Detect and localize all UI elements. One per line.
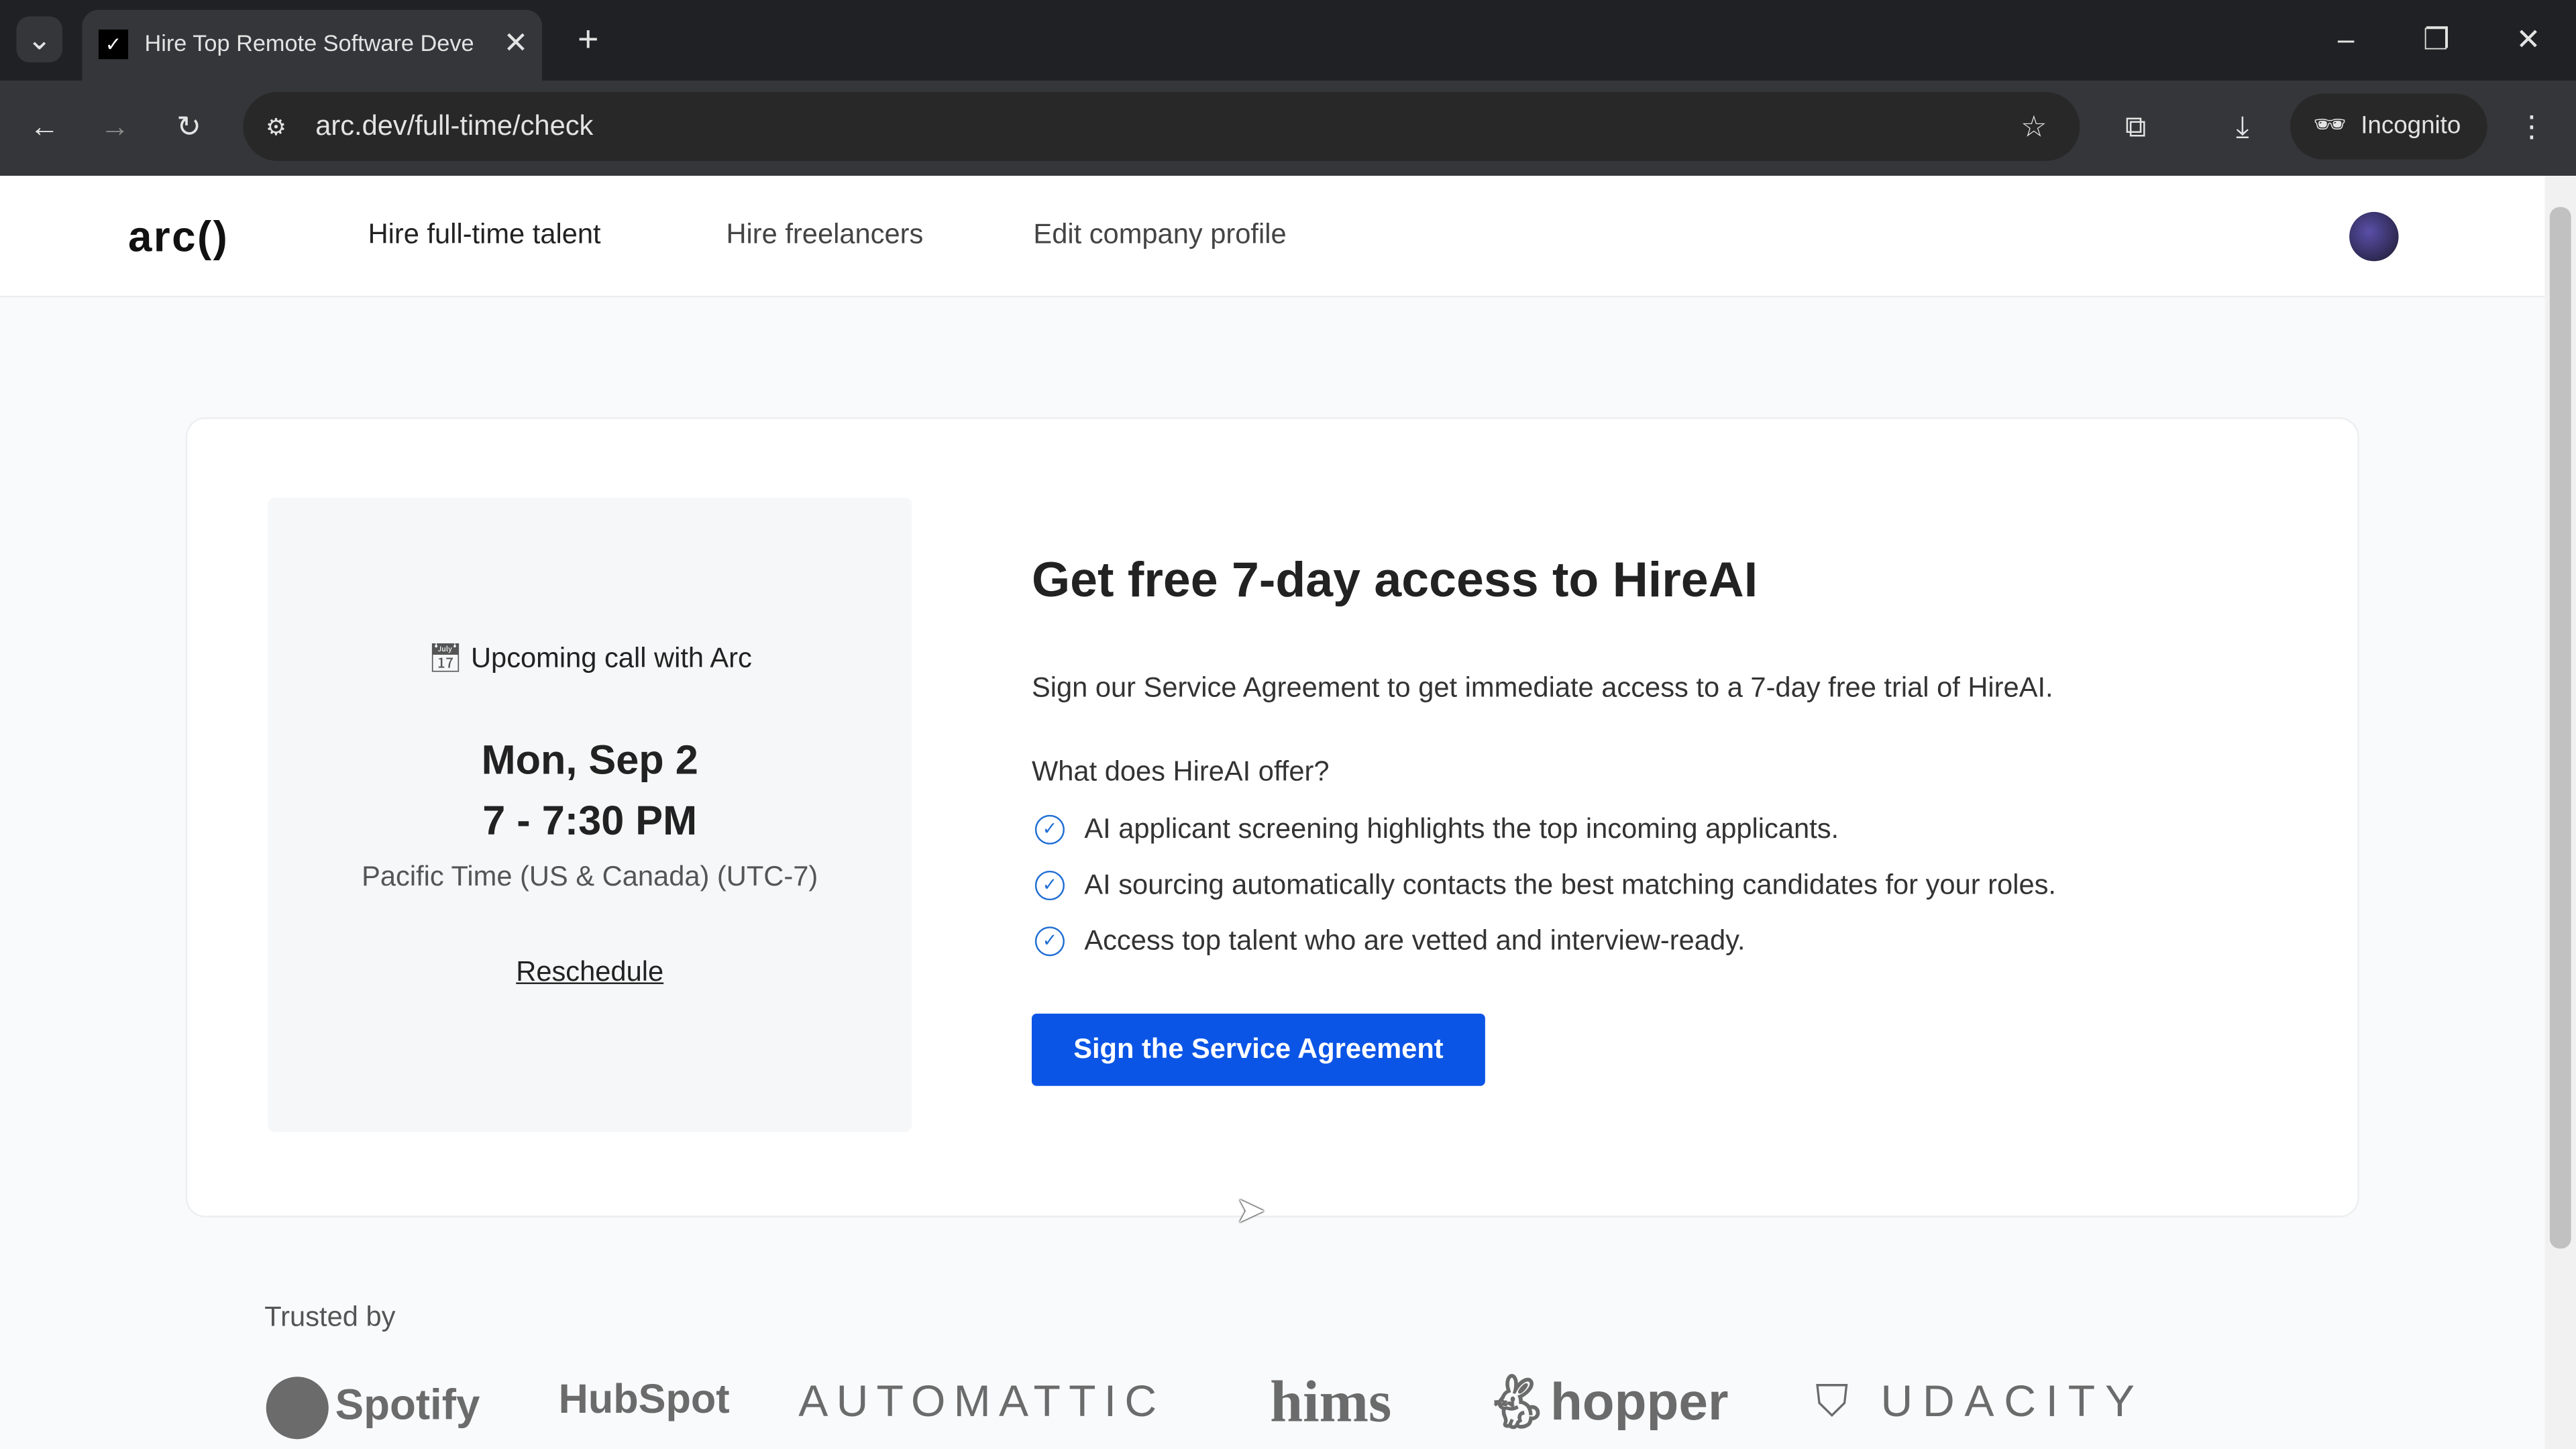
feature-item: ✓ AI sourcing automatically contacts the … — [1034, 869, 2056, 902]
incognito-button[interactable]: 🕶 Incognito — [2290, 93, 2487, 160]
arc-logo[interactable]: arc() — [128, 212, 229, 263]
hims-logo: hims — [1270, 1368, 1392, 1434]
spotify-logo-text: Spotify — [335, 1379, 480, 1430]
automattic-logo: AUTOMATTIC — [798, 1377, 1165, 1426]
avatar[interactable] — [2349, 211, 2399, 262]
feature-item: ✓ AI applicant screening highlights the t… — [1034, 813, 1839, 846]
nav-hire-freelancers[interactable]: Hire freelancers — [726, 219, 923, 252]
menu-icon[interactable]: ⋮ — [2509, 103, 2555, 150]
call-timezone: Pacific Time (US & Canada) (UTC-7) — [362, 861, 818, 892]
hubspot-logo: HubSpot — [558, 1377, 730, 1423]
call-heading: 📅︎ Upcoming call with Arc — [268, 643, 912, 676]
nav-hire-full-time[interactable]: Hire full-time talent — [368, 219, 601, 252]
upcoming-call-panel: 📅︎ Upcoming call with Arc Mon, Sep 2 7 -… — [268, 498, 912, 1132]
offer-title: Get free 7-day access to HireAI — [1031, 553, 1758, 608]
feature-text: AI applicant screening highlights the to… — [1084, 813, 1839, 845]
bunny-icon: 🐇︎ — [1483, 1371, 1550, 1432]
reload-icon[interactable]: ↻ — [166, 103, 212, 150]
hopper-logo: 🐇︎hopper — [1483, 1370, 1728, 1432]
forward-icon[interactable]: → — [92, 103, 138, 150]
offer-card: 📅︎ Upcoming call with Arc Mon, Sep 2 7 -… — [185, 417, 2359, 1218]
tab-title: Hire Top Remote Software Deve — [144, 30, 474, 56]
favicon-icon: ✓ — [98, 30, 129, 60]
spotify-logo: Spotify — [266, 1377, 480, 1440]
udacity-logo: ⛉ UDACITY — [1815, 1377, 2144, 1429]
bookmark-star-icon[interactable]: ☆ — [2011, 103, 2057, 150]
close-window-icon[interactable]: ✕ — [2506, 16, 2552, 62]
udacity-shield-icon: ⛉ — [1815, 1377, 1881, 1426]
close-tab-icon[interactable]: ✕ — [493, 19, 539, 66]
feature-text: Access top talent who are vetted and int… — [1084, 924, 1746, 957]
check-circle-icon: ✓ — [1034, 926, 1065, 957]
offer-description: Sign our Service Agreement to get immedi… — [1031, 672, 2053, 704]
hopper-logo-text: hopper — [1550, 1371, 1729, 1432]
top-nav: arc() Hire full-time talent Hire freelan… — [0, 176, 2545, 298]
site-settings-icon[interactable]: ⚙ — [253, 103, 299, 150]
feature-item: ✓ Access top talent who are vetted and in… — [1034, 924, 1746, 958]
address-bar[interactable]: ⚙ arc.dev/full-time/check ☆ — [243, 92, 2080, 162]
browser-tab[interactable]: ✓ Hire Top Remote Software Deve ✕ — [82, 9, 543, 81]
restore-icon[interactable]: ❐ — [2414, 16, 2460, 62]
trusted-by-label: Trusted by — [264, 1301, 396, 1333]
page: arc() Hire full-time talent Hire freelan… — [0, 176, 2545, 1449]
udacity-logo-text: UDACITY — [1880, 1377, 2145, 1426]
calendar-icon: 📅︎ — [427, 642, 471, 674]
sign-service-agreement-button[interactable]: Sign the Service Agreement — [1031, 1014, 1485, 1086]
download-icon[interactable]: ⤓ — [2220, 103, 2266, 150]
new-tab-icon[interactable]: + — [565, 16, 611, 62]
check-circle-icon: ✓ — [1034, 870, 1065, 901]
extensions-icon[interactable]: ⧉ — [2112, 103, 2159, 150]
offer-question: What does HireAI offer? — [1031, 755, 1330, 788]
mouse-cursor-icon: ➤ — [1235, 1189, 1266, 1231]
tab-search-icon[interactable]: ⌄ — [16, 16, 63, 63]
feature-text: AI sourcing automatically contacts the b… — [1084, 869, 2056, 901]
incognito-label: Incognito — [2361, 111, 2461, 140]
url-text[interactable]: arc.dev/full-time/check — [315, 110, 593, 143]
nav-edit-company-profile[interactable]: Edit company profile — [1033, 219, 1286, 252]
call-date: Mon, Sep 2 — [481, 737, 698, 784]
reschedule-link[interactable]: Reschedule — [516, 956, 663, 987]
incognito-icon: 🕶 — [2313, 111, 2347, 140]
minimize-icon[interactable]: – — [2323, 16, 2369, 62]
scrollbar-thumb[interactable] — [2549, 207, 2571, 1249]
check-circle-icon: ✓ — [1034, 814, 1065, 845]
back-icon[interactable]: ← — [21, 103, 68, 150]
call-heading-text: Upcoming call with Arc — [470, 642, 752, 674]
call-time: 7 - 7:30 PM — [482, 798, 698, 845]
